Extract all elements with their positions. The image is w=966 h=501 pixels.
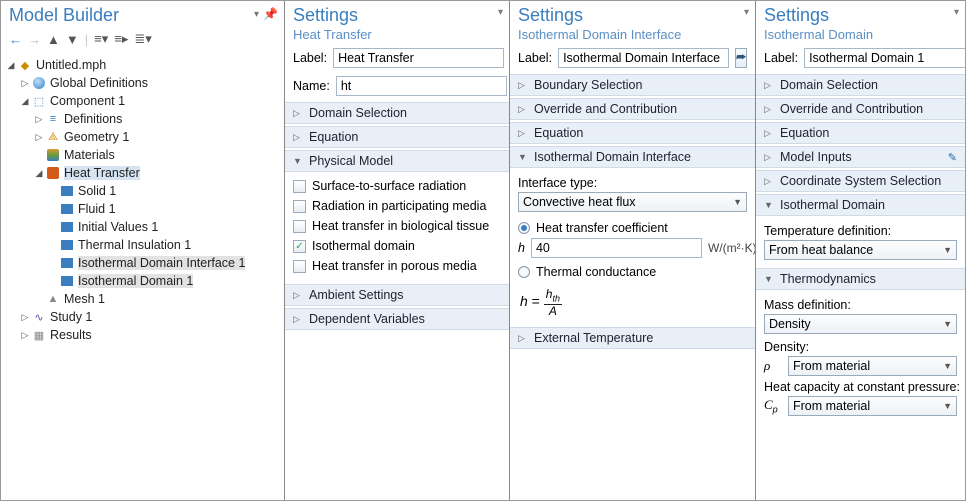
section-override[interactable]: ▷Override and Contribution — [510, 98, 755, 120]
temp-def-select[interactable]: From heat balance▼ — [764, 240, 957, 260]
settings-ht-header: Settings Heat Transfer ▾ — [285, 1, 509, 44]
chk-porous[interactable]: Heat transfer in porous media — [293, 256, 501, 276]
menu-caret-icon[interactable]: ▾ — [254, 9, 259, 20]
tree-materials[interactable]: Materials — [5, 146, 280, 164]
section-thermodynamics[interactable]: ▼Thermodynamics — [756, 268, 965, 290]
panel-title: Settings — [518, 5, 747, 26]
model-builder-header: Model Builder ▾ 📌 — [1, 1, 284, 28]
section-equation[interactable]: ▷Equation — [756, 122, 965, 144]
pin-icon[interactable]: 📌 — [263, 7, 278, 21]
panel-subtitle: Heat Transfer — [293, 27, 501, 42]
forward-icon[interactable]: → — [28, 32, 41, 47]
chk-isothermal-domain[interactable]: ✓Isothermal domain — [293, 236, 501, 256]
panel-title: Model Builder — [9, 5, 276, 26]
section-equation[interactable]: ▷Equation — [285, 126, 509, 148]
heat-capacity-label: Heat capacity at constant pressure: — [764, 380, 957, 394]
edit-icon[interactable]: ✎ — [948, 151, 957, 164]
section-physical-model[interactable]: ▼Physical Model — [285, 150, 509, 172]
label-input[interactable] — [333, 48, 504, 68]
section-coord-sys[interactable]: ▷Coordinate System Selection — [756, 170, 965, 192]
tree-component[interactable]: ◢⬚Component 1 — [5, 92, 280, 110]
label-input[interactable] — [804, 48, 965, 68]
name-label: Name: — [293, 79, 330, 93]
section-override[interactable]: ▷Override and Contribution — [756, 98, 965, 120]
menu-caret-icon[interactable]: ▾ — [498, 7, 503, 18]
label-label: Label: — [293, 51, 327, 65]
section-dependent-vars[interactable]: ▷Dependent Variables — [285, 308, 509, 330]
cp-select[interactable]: From material▼ — [788, 396, 957, 416]
section-domain-selection[interactable]: ▷Domain Selection — [285, 102, 509, 124]
h-input[interactable] — [531, 238, 702, 258]
mass-def-label: Mass definition: — [764, 298, 957, 312]
label-label: Label: — [764, 51, 798, 65]
tree-fluid[interactable]: Fluid 1 — [5, 200, 280, 218]
model-builder-toolbar: ← → ▲ ▼ | ≡▾ ≡▸ ≣▾ — [1, 28, 284, 52]
settings-idi-header: Settings Isothermal Domain Interface ▾ — [510, 1, 755, 44]
chk-s2s-radiation[interactable]: Surface-to-surface radiation — [293, 176, 501, 196]
density-label: Density: — [764, 340, 957, 354]
h-symbol: h — [518, 241, 525, 255]
tree-results[interactable]: ▷▦Results — [5, 326, 280, 344]
panel-title: Settings — [764, 5, 957, 26]
list-icon[interactable]: ≣▾ — [134, 31, 151, 47]
chevron-down-icon: ▼ — [943, 319, 952, 329]
tree-heat-transfer[interactable]: ◢Heat Transfer — [5, 164, 280, 182]
radio-tc[interactable]: Thermal conductance — [518, 262, 747, 282]
formula-h: h = hthA — [518, 282, 747, 319]
interface-type-label: Interface type: — [518, 176, 747, 190]
down-icon[interactable]: ▼ — [66, 32, 79, 47]
back-icon[interactable]: ← — [9, 32, 22, 47]
section-isothermal-domain[interactable]: ▼Isothermal Domain — [756, 194, 965, 216]
model-tree[interactable]: ◢◆Untitled.mph ▷Global Definitions ◢⬚Com… — [1, 52, 284, 348]
tree-geometry[interactable]: ▷⟁Geometry 1 — [5, 128, 280, 146]
section-equation[interactable]: ▷Equation — [510, 122, 755, 144]
tree-mesh[interactable]: ▲Mesh 1 — [5, 290, 280, 308]
settings-id-header: Settings Isothermal Domain ▾ — [756, 1, 965, 44]
h-unit: W/(m²·K) — [708, 241, 755, 255]
radio-htc[interactable]: Heat transfer coefficient — [518, 218, 747, 238]
menu-caret-icon[interactable]: ▾ — [744, 7, 749, 18]
tree-thermal-insulation[interactable]: Thermal Insulation 1 — [5, 236, 280, 254]
panel-subtitle: Isothermal Domain — [764, 27, 957, 42]
chevron-down-icon: ▼ — [733, 197, 742, 207]
section-domain-selection[interactable]: ▷Domain Selection — [756, 74, 965, 96]
tree-global[interactable]: ▷Global Definitions — [5, 74, 280, 92]
section-idi[interactable]: ▼Isothermal Domain Interface — [510, 146, 755, 168]
cp-symbol: Cp — [764, 397, 782, 415]
menu-caret-icon[interactable]: ▾ — [954, 7, 959, 18]
section-boundary-selection[interactable]: ▷Boundary Selection — [510, 74, 755, 96]
label-input[interactable] — [558, 48, 729, 68]
rho-symbol: ρ — [764, 358, 782, 374]
panel-title: Settings — [293, 5, 501, 26]
tree-id[interactable]: Isothermal Domain 1 — [5, 272, 280, 290]
tree-definitions[interactable]: ▷≡Definitions — [5, 110, 280, 128]
collapse-icon[interactable]: ≡▾ — [94, 31, 108, 47]
go-button[interactable]: ⮫ — [735, 48, 747, 68]
chevron-down-icon: ▼ — [943, 245, 952, 255]
temp-def-label: Temperature definition: — [764, 224, 957, 238]
section-external-temp[interactable]: ▷External Temperature — [510, 327, 755, 349]
density-select[interactable]: From material▼ — [788, 356, 957, 376]
label-label: Label: — [518, 51, 552, 65]
up-icon[interactable]: ▲ — [47, 32, 60, 47]
panel-subtitle: Isothermal Domain Interface — [518, 27, 747, 42]
tree-root[interactable]: ◢◆Untitled.mph — [5, 56, 280, 74]
chk-biological[interactable]: Heat transfer in biological tissue — [293, 216, 501, 236]
chevron-down-icon: ▼ — [943, 361, 952, 371]
interface-type-select[interactable]: Convective heat flux▼ — [518, 192, 747, 212]
chk-rad-participating[interactable]: Radiation in participating media — [293, 196, 501, 216]
section-model-inputs[interactable]: ▷Model Inputs✎ — [756, 146, 965, 168]
name-input[interactable] — [336, 76, 507, 96]
tree-solid[interactable]: Solid 1 — [5, 182, 280, 200]
chevron-down-icon: ▼ — [943, 401, 952, 411]
section-ambient[interactable]: ▷Ambient Settings — [285, 284, 509, 306]
tree-idi[interactable]: Isothermal Domain Interface 1 — [5, 254, 280, 272]
expand-icon[interactable]: ≡▸ — [114, 31, 128, 47]
tree-study[interactable]: ▷∿Study 1 — [5, 308, 280, 326]
mass-def-select[interactable]: Density▼ — [764, 314, 957, 334]
tree-initial-values[interactable]: Initial Values 1 — [5, 218, 280, 236]
